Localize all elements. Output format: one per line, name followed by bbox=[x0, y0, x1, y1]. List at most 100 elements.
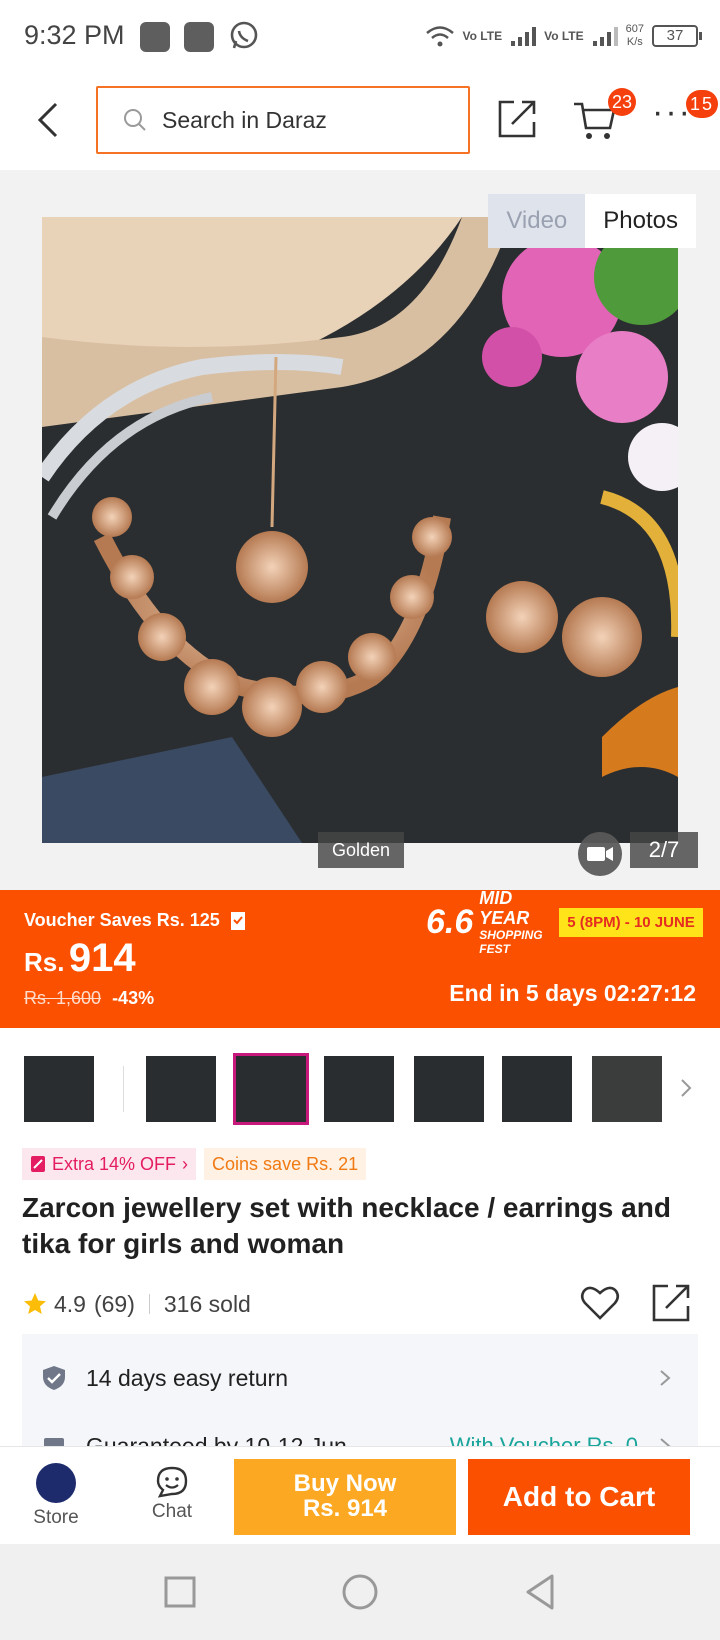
voucher-icon bbox=[230, 911, 245, 930]
original-price-row: Rs. 1,600 -43% bbox=[24, 988, 154, 1009]
chevron-right-icon[interactable] bbox=[676, 1076, 696, 1100]
price-banner: Voucher Saves Rs. 125 Rs. 914 Rs. 1,600 … bbox=[0, 888, 720, 1028]
heart-icon[interactable] bbox=[578, 1280, 622, 1324]
delivery-voucher-text: With Voucher Rs. 0 bbox=[449, 1433, 638, 1446]
search-bar[interactable]: Search in Daraz bbox=[96, 86, 470, 154]
voucher-info[interactable]: Voucher Saves Rs. 125 bbox=[24, 910, 246, 931]
store-button[interactable]: Store bbox=[24, 1455, 88, 1535]
store-logo bbox=[36, 1463, 76, 1503]
shield-check-icon bbox=[43, 1366, 65, 1390]
status-indicators: Vo LTE Vo LTE 607 K/s 37 bbox=[425, 18, 702, 54]
recent-apps-icon[interactable] bbox=[158, 1570, 202, 1614]
original-price: Rs. 1,600 bbox=[24, 988, 102, 1008]
promo-tags: Extra 14% OFF › Coins save Rs. 21 bbox=[22, 1148, 367, 1180]
home-circle-icon[interactable] bbox=[338, 1570, 382, 1614]
image-counter: 2/7 bbox=[630, 832, 698, 868]
chevron-right-icon bbox=[660, 1438, 671, 1446]
campaign-name-top: MID YEAR bbox=[479, 888, 530, 928]
notification-count-badge: 15 bbox=[686, 90, 719, 118]
chevron-right-icon: › bbox=[182, 1154, 189, 1174]
sold-count: 316 sold bbox=[163, 1290, 251, 1317]
whatsapp-icon bbox=[230, 21, 258, 49]
chat-button[interactable]: Chat bbox=[140, 1455, 204, 1535]
campaign-dates: 5 (8PM) - 10 JUNE bbox=[559, 907, 703, 937]
easy-return-row[interactable]: 14 days easy return bbox=[22, 1348, 698, 1408]
review-count: (69) bbox=[93, 1290, 135, 1317]
product-photo[interactable] bbox=[42, 217, 678, 843]
campaign-name-bottom: SHOPPING FEST bbox=[479, 928, 543, 956]
discount-percent: -43% bbox=[112, 988, 155, 1008]
chat-bubble-icon bbox=[156, 1466, 188, 1498]
product-title: Zarcon jewellery set with necklace / ear… bbox=[22, 1192, 671, 1259]
buy-now-label: Buy Now bbox=[293, 1470, 397, 1497]
cart-button[interactable]: 23 bbox=[572, 88, 637, 144]
delivery-box-icon bbox=[44, 1438, 64, 1446]
thumbnail-item[interactable] bbox=[146, 1056, 216, 1122]
notification-app-icon bbox=[184, 22, 214, 52]
network-speed: 607 K/s bbox=[626, 23, 644, 49]
easy-return-text: 14 days easy return bbox=[86, 1364, 289, 1391]
thumbnail-item[interactable] bbox=[502, 1056, 572, 1122]
cart-count-badge: 23 bbox=[608, 88, 637, 116]
price-currency: Rs. bbox=[24, 947, 65, 977]
search-icon bbox=[124, 109, 146, 131]
back-arrow-icon[interactable] bbox=[30, 98, 70, 142]
extra-off-tag[interactable]: Extra 14% OFF › bbox=[22, 1148, 197, 1180]
battery-indicator: 37 bbox=[652, 25, 702, 47]
thumbnail-strip bbox=[0, 1048, 720, 1130]
network-1-label: Vo LTE bbox=[462, 29, 503, 43]
video-camera-icon[interactable] bbox=[578, 832, 622, 876]
add-to-cart-button[interactable]: Add to Cart bbox=[468, 1459, 690, 1535]
variant-tag: Golden bbox=[318, 832, 405, 868]
gallery-tabs: Video Photos bbox=[488, 194, 696, 248]
delivery-row[interactable]: Guaranteed by 10-12 Jun With Voucher Rs.… bbox=[22, 1416, 698, 1446]
more-menu-button[interactable]: ··· 15 bbox=[652, 90, 719, 142]
thumbnail-item[interactable] bbox=[24, 1056, 94, 1122]
thumbnail-divider bbox=[123, 1066, 124, 1112]
coins-save-tag[interactable]: Coins save Rs. 21 bbox=[204, 1148, 367, 1180]
network-speed-unit: K/s bbox=[626, 36, 643, 48]
service-panel: 14 days easy return Guaranteed by 10-12 … bbox=[22, 1334, 698, 1446]
system-nav-bar bbox=[0, 1544, 720, 1640]
top-header: Search in Daraz 23 ··· 15 bbox=[0, 72, 720, 170]
campaign-badge[interactable]: 6.6 MID YEAR SHOPPING FEST 5 (8PM) - 10 … bbox=[426, 888, 703, 956]
network-speed-value: 607 bbox=[625, 23, 644, 35]
buy-now-button[interactable]: Buy Now Rs. 914 bbox=[234, 1459, 456, 1535]
campaign-number: 6.6 bbox=[426, 902, 474, 941]
thumbnail-item-selected[interactable] bbox=[233, 1053, 309, 1125]
chevron-right-icon bbox=[660, 1370, 671, 1386]
thumbnail-item[interactable] bbox=[592, 1056, 662, 1122]
network-2-label: Vo LTE bbox=[544, 29, 584, 43]
store-label: Store bbox=[33, 1507, 79, 1528]
notification-app-icon bbox=[140, 22, 170, 52]
campaign-name: MID YEAR SHOPPING FEST bbox=[479, 888, 553, 956]
current-price: Rs. 914 bbox=[24, 936, 136, 981]
signal-icon bbox=[511, 27, 537, 46]
chat-label: Chat bbox=[151, 1501, 193, 1522]
delivery-text: Guaranteed by 10-12 Jun bbox=[86, 1432, 347, 1447]
tab-video[interactable]: Video bbox=[488, 194, 586, 248]
back-triangle-icon[interactable] bbox=[518, 1570, 562, 1614]
product-gallery[interactable]: Video Photos Golden 2/7 bbox=[0, 170, 720, 890]
buy-now-price: Rs. 914 bbox=[302, 1495, 388, 1522]
share-icon[interactable] bbox=[650, 1280, 694, 1324]
search-placeholder: Search in Daraz bbox=[162, 106, 327, 133]
status-time: 9:32 PM bbox=[24, 20, 125, 50]
rating-value: 4.9 bbox=[54, 1290, 86, 1317]
thumbnail-item[interactable] bbox=[414, 1056, 484, 1122]
status-bar: 9:32 PM Vo LTE Vo LTE 607 K/s 37 bbox=[0, 0, 720, 72]
star-icon bbox=[24, 1293, 46, 1314]
bottom-action-bar: Store Chat Buy Now Rs. 914 Add to Cart bbox=[0, 1446, 720, 1544]
extra-off-text: Extra 14% OFF bbox=[52, 1154, 177, 1174]
signal-icon bbox=[592, 27, 618, 46]
necklace-photo-image bbox=[42, 217, 678, 843]
voucher-text: Voucher Saves Rs. 125 bbox=[24, 910, 220, 930]
thumbnail-item[interactable] bbox=[324, 1056, 394, 1122]
discount-tag-icon bbox=[31, 1156, 45, 1172]
share-icon[interactable] bbox=[496, 96, 540, 140]
tab-photos[interactable]: Photos bbox=[585, 194, 696, 248]
rating-divider bbox=[148, 1294, 150, 1314]
countdown-timer: End in 5 days 02:27:12 bbox=[449, 980, 696, 1006]
wifi-icon bbox=[425, 26, 454, 47]
price-amount: 914 bbox=[68, 936, 136, 980]
